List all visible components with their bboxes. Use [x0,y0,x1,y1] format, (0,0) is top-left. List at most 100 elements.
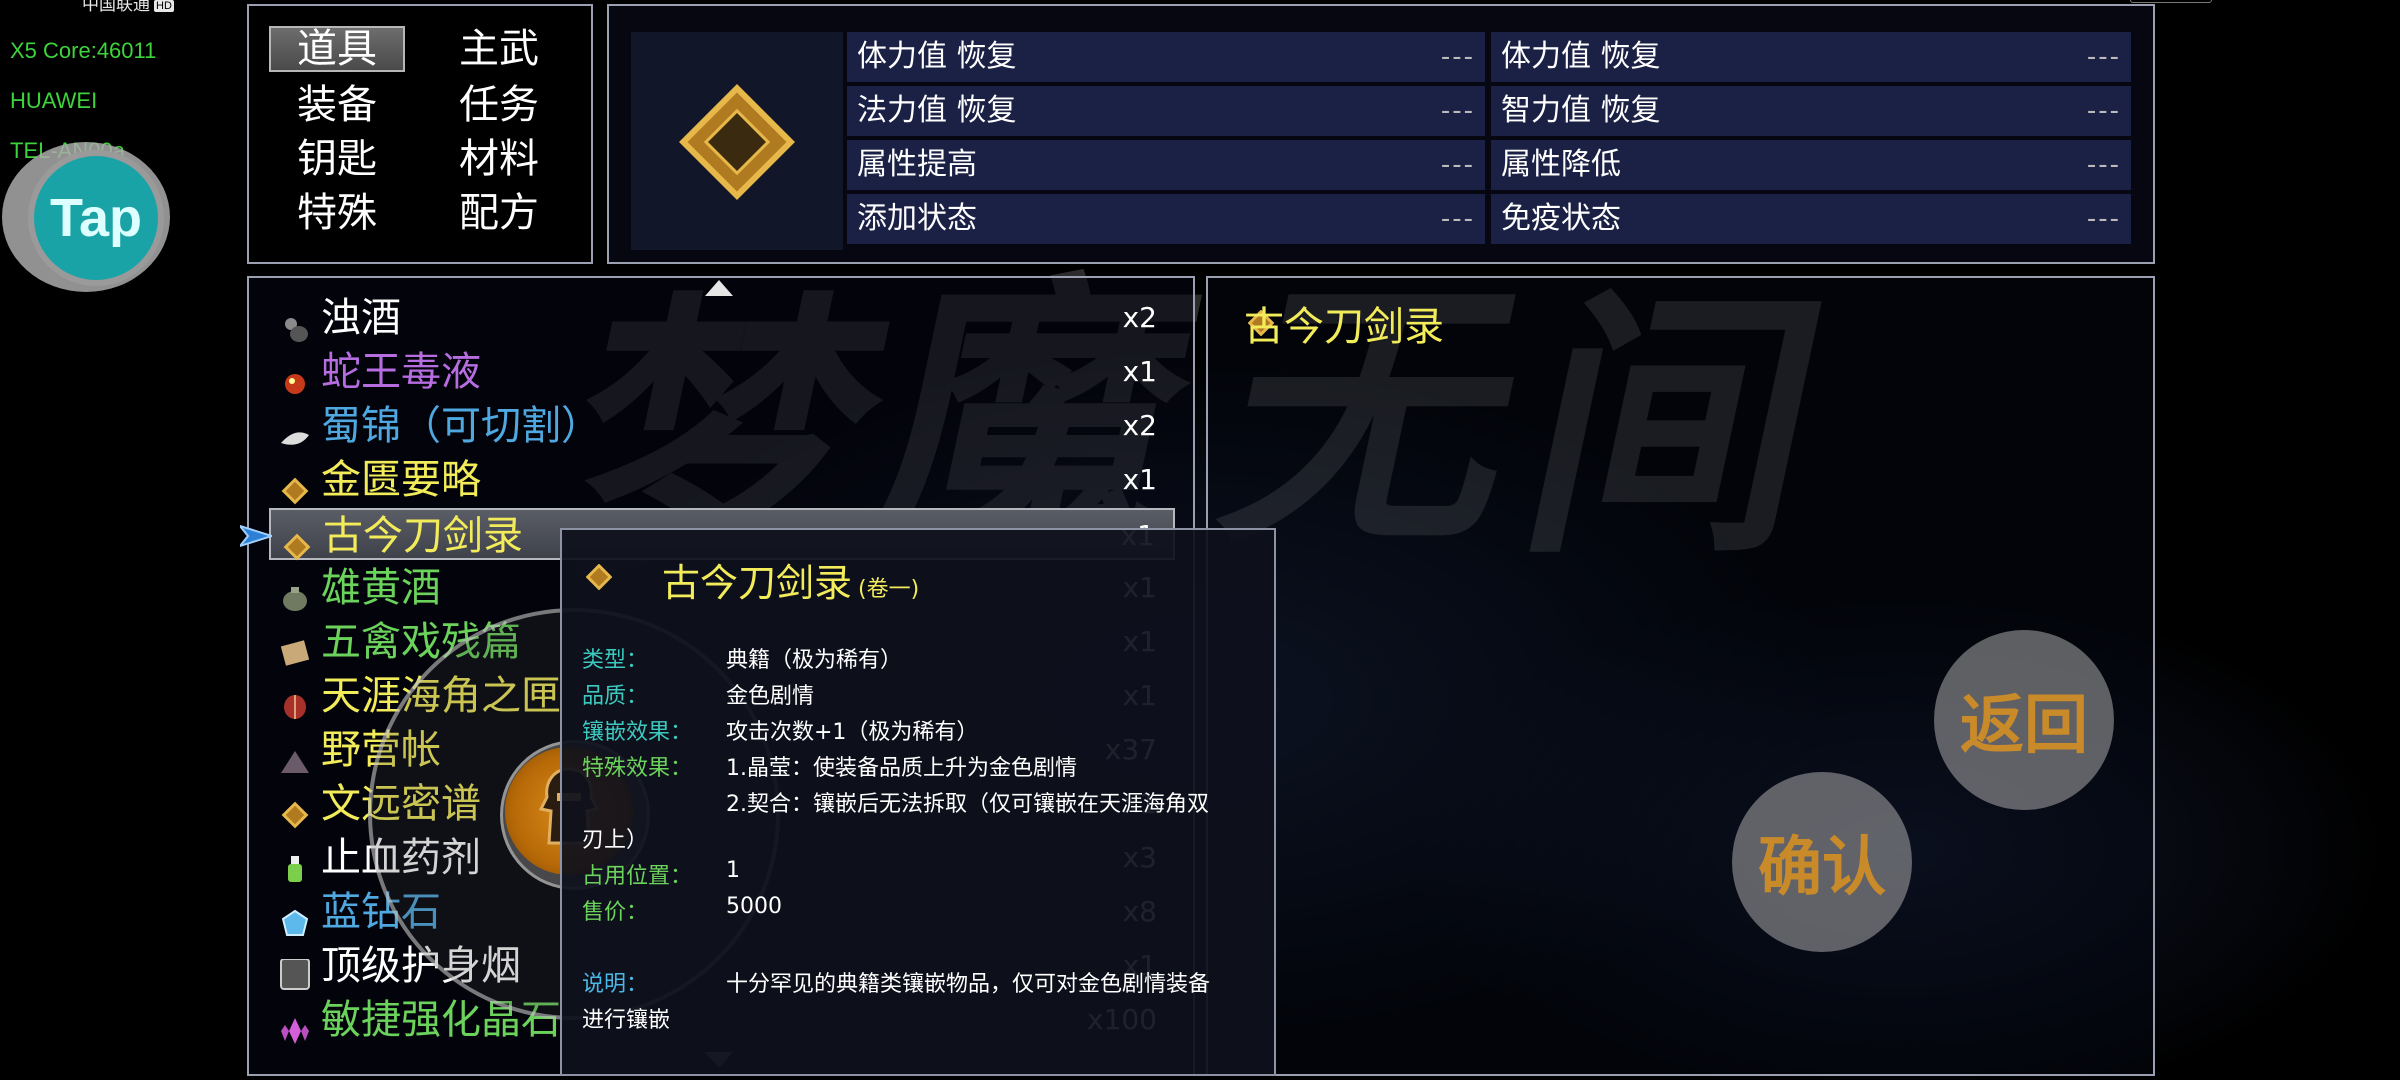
book-diamond-icon [679,84,795,200]
item-name: 雄黄酒 [321,565,441,611]
box-icon [279,682,311,719]
hd-badge: HD [154,0,174,12]
item-row[interactable]: 蜀锦（可切割） x2 [269,400,1175,452]
slot-value: 1 [726,858,740,883]
item-effects-panel: 体力值 恢复 --- 体力值 恢复 --- 法力值 恢复 --- 智力值 恢复 --- … [607,4,2155,264]
slot-label: 占用位置： [582,864,693,889]
tooltip-title: 古今刀剑录 (卷一) [662,552,919,607]
special-effect-line2: 2.契合：镶嵌后无法拆取（仅可镶嵌在天涯海角双 [726,792,1209,817]
category-tab-keys[interactable]: 钥匙 [269,136,405,182]
back-button-label: 返回 [1960,688,2088,763]
effect-label: 属性降低 [1501,147,1621,182]
special-effect-line3: 刃上） [582,828,649,853]
special-effect-line1: 1.晶莹：使装备品质上升为金色剧情 [726,756,1077,781]
effect-hp-recover: 体力值 恢复 --- [847,32,1485,82]
gem-icon [279,898,311,936]
book-diamond-icon [279,466,311,505]
item-name: 金匮要略 [321,457,481,503]
back-button[interactable]: 返回 [1934,630,2114,810]
item-name: 古今刀剑录 [323,513,523,559]
item-preview [631,32,843,250]
effect-label: 体力值 恢复 [857,39,1017,74]
effect-value: --- [1440,42,1475,72]
quality-label: 品质： [582,684,649,709]
effect-int-recover: 智力值 恢复 --- [1491,86,2131,136]
carrier-name: 中国联通 [82,0,150,14]
blank-icon [279,952,311,990]
confirm-button[interactable]: 确认 [1732,772,1912,952]
quality-value: 金色剧情 [726,684,815,709]
effect-label: 体力值 恢复 [1501,39,1661,74]
selection-cursor-icon [240,524,272,548]
effect-label: 添加状态 [857,201,977,236]
inlay-effect-label: 镶嵌效果： [582,720,693,745]
item-name: 蛇王毒液 [321,349,481,395]
category-tab-special[interactable]: 特殊 [269,190,405,236]
book-diamond-icon [281,522,313,561]
effect-value: --- [2086,150,2121,180]
book-diamond-icon [279,790,311,829]
tooltip-subtitle: (卷一) [858,577,920,602]
jar-icon [279,574,311,611]
effect-value: --- [2086,204,2121,234]
price-label: 售价： [582,900,649,925]
potion-icon [279,844,311,882]
effect-value: --- [1440,96,1475,126]
scroll-icon [279,628,311,666]
effect-value: --- [1440,150,1475,180]
wine-gourd-icon [279,304,311,342]
item-row[interactable]: 蛇王毒液 x1 [269,346,1175,398]
carrier-label: 中国联通 HD [82,0,174,15]
effect-mp-recover: 法力值 恢复 --- [847,86,1485,136]
category-tab-main-weapon[interactable]: 主武 [431,26,567,72]
debug-device-brand: HUAWEI [10,88,98,113]
poison-icon [279,358,311,394]
category-tab-equipment[interactable]: 装备 [269,82,405,128]
item-row[interactable]: 浊酒 x2 [269,292,1175,344]
type-label: 类型： [582,648,649,673]
silk-icon [279,412,311,445]
item-quantity: x2 [1122,409,1157,442]
description-line2: 进行镶嵌 [582,1008,671,1033]
item-tooltip: 古今刀剑录 (卷一) 类型： 典籍（极为稀有） 品质： 金色剧情 镶嵌效果： 攻击… [560,528,1276,1076]
effect-hp-recover-2: 体力值 恢复 --- [1491,32,2131,82]
debug-core-version: X5 Core:46011 [10,38,157,63]
category-tab-recipes[interactable]: 配方 [431,190,567,236]
item-name: 蜀锦（可切割） [321,403,601,449]
description-line1: 十分罕见的典籍类镶嵌物品，仅可对金色剧情装备 [726,972,1211,997]
type-value: 典籍（极为稀有） [726,648,903,673]
special-effect-label: 特殊效果： [582,756,693,781]
scroll-up-arrow-icon[interactable] [705,280,733,296]
effect-label: 法力值 恢复 [857,93,1017,128]
effect-label: 属性提高 [857,147,977,182]
item-row[interactable]: 金匮要略 x1 [269,454,1175,506]
item-quantity: x1 [1122,463,1157,496]
crystal-icon [279,1006,311,1044]
effect-label: 免疫状态 [1501,201,1621,236]
category-tab-quest[interactable]: 任务 [431,82,567,128]
effect-attr-down: 属性降低 --- [1491,140,2131,190]
price-value: 5000 [726,894,782,919]
category-tab-materials[interactable]: 材料 [431,136,567,182]
tap-floating-button[interactable]: Tap [28,150,164,286]
item-name: 浊酒 [321,295,401,341]
effect-value: --- [2086,42,2121,72]
confirm-button-label: 确认 [1758,830,1886,905]
tent-icon [279,736,311,773]
item-quantity: x2 [1122,301,1157,334]
item-quantity: x1 [1122,355,1157,388]
effect-label: 智力值 恢复 [1501,93,1661,128]
effect-value: --- [1440,204,1475,234]
tooltip-title-text: 古今刀剑录 [662,561,853,605]
battery-icon [2130,0,2212,3]
effect-attr-up: 属性提高 --- [847,140,1485,190]
inlay-effect-value: 攻击次数+1（极为稀有） [726,720,979,745]
tap-button-label: Tap [50,188,142,248]
effect-immune-status: 免疫状态 --- [1491,194,2131,244]
book-diamond-icon [586,564,612,590]
category-panel: 道具 主武 装备 任务 钥匙 材料 特殊 配方 [247,4,593,264]
category-tab-items[interactable]: 道具 [269,26,405,72]
effect-value: --- [2086,96,2121,126]
effect-add-status: 添加状态 --- [847,194,1485,244]
detail-item-title: 古今刀剑录 [1244,304,1444,350]
